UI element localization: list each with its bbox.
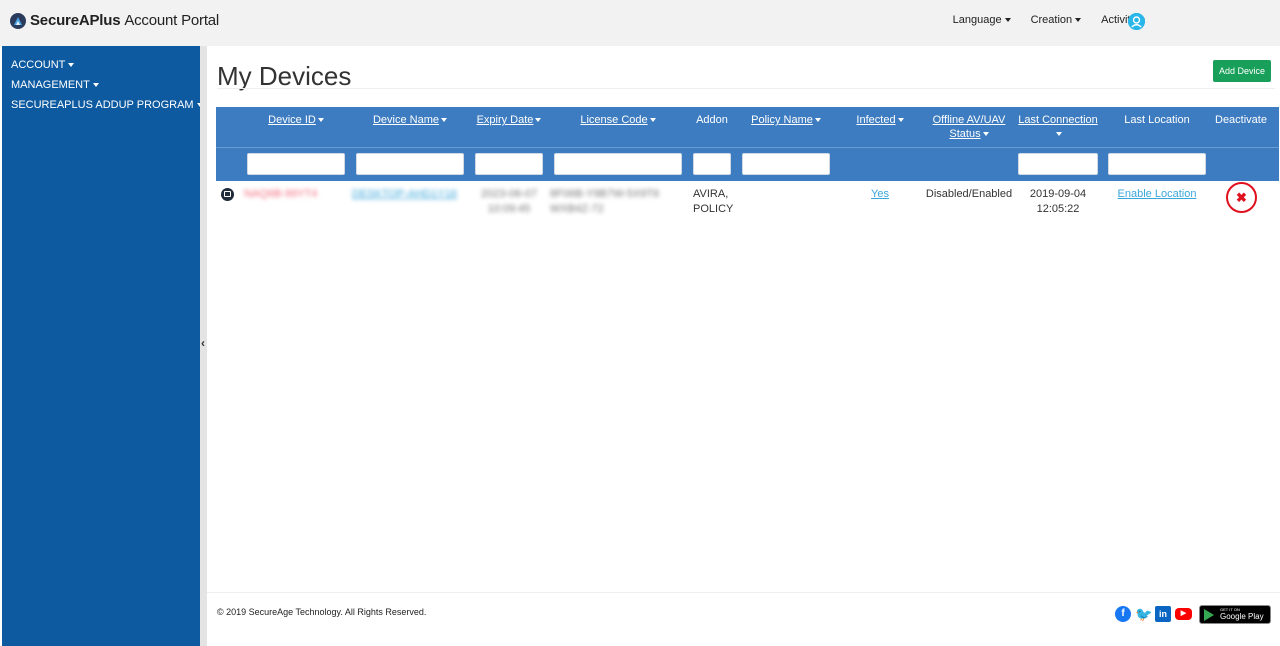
addon-value: AVIRA, POLICY: [693, 188, 734, 215]
sidebar-item-management[interactable]: MANAGEMENT: [2, 75, 200, 95]
filter-expiry-date-input[interactable]: [475, 153, 543, 175]
column-expiry-date[interactable]: Expiry Date: [475, 113, 543, 127]
device-id-value: NAQ6B-99YT4: [244, 188, 318, 200]
caret-down-icon: [1075, 18, 1082, 23]
last-connection-value: 2019-09-04 12:05:22: [1029, 188, 1087, 215]
sidebar: ACCOUNT MANAGEMENT SECUREAPLUS ADDUP PRO…: [2, 46, 203, 646]
caret-down-icon: [317, 118, 324, 123]
column-addon: Addon: [696, 114, 728, 126]
google-play-icon: [1204, 609, 1214, 621]
enable-location-link[interactable]: Enable Location: [1108, 187, 1206, 202]
caret-down-icon: [897, 118, 904, 123]
filter-license-code-input[interactable]: [554, 153, 682, 175]
table-row: NAQ6B-99YT4 DESKTOP-AHD1Y16 2023-06-07 10…: [216, 181, 1279, 225]
sidebar-collapse-handle[interactable]: ‹: [200, 46, 207, 646]
caret-down-icon: [649, 118, 656, 123]
caret-down-icon: [982, 132, 989, 137]
filter-device-id-input[interactable]: [247, 153, 345, 175]
top-bar: SecureAPlus Account Portal Language Crea…: [0, 0, 1280, 46]
caret-down-icon: [92, 83, 99, 88]
copyright-text: © 2019 SecureAge Technology. All Rights …: [217, 607, 427, 617]
filter-last-location-input[interactable]: [1108, 153, 1206, 175]
deactivate-close-icon[interactable]: ✖: [1226, 182, 1257, 213]
filter-last-connection-input[interactable]: [1018, 153, 1098, 175]
caret-down-icon: [814, 118, 821, 123]
table-header: Device ID Device Name Expiry Date Licens…: [216, 107, 1279, 147]
column-license-code[interactable]: License Code: [554, 113, 682, 127]
nav-creation[interactable]: Creation: [1031, 14, 1082, 26]
device-name-link[interactable]: DESKTOP-AHD1Y16: [352, 187, 462, 202]
google-play-badge[interactable]: GET IT ON Google Play: [1199, 605, 1271, 624]
sidebar-item-addup-program[interactable]: SECUREAPLUS ADDUP PROGRAM: [2, 95, 203, 115]
nav-language[interactable]: Language: [953, 14, 1011, 26]
filter-policy-name-input[interactable]: [742, 153, 830, 175]
filter-row: [216, 147, 1279, 181]
column-last-connection[interactable]: Last Connection: [1018, 113, 1098, 141]
linkedin-icon[interactable]: in: [1155, 606, 1171, 622]
secureaplus-logo-icon: [10, 12, 26, 29]
filter-device-name-input[interactable]: [356, 153, 464, 175]
filter-addon-input[interactable]: [693, 153, 731, 175]
footer-divider: [207, 592, 1280, 593]
social-links: f 🐦 in ▶: [1115, 606, 1192, 622]
add-device-button[interactable]: Add Device: [1213, 60, 1271, 82]
column-deactivate: Deactivate: [1215, 114, 1267, 126]
youtube-icon[interactable]: ▶: [1175, 608, 1192, 620]
caret-down-icon: [68, 63, 75, 68]
column-offline-status[interactable]: Offline AV/UAV Status: [926, 113, 1012, 141]
column-device-id[interactable]: Device ID: [246, 113, 346, 127]
twitter-icon[interactable]: 🐦: [1135, 606, 1152, 622]
divider: [217, 88, 1275, 89]
infected-link[interactable]: Yes: [846, 187, 914, 202]
facebook-icon[interactable]: f: [1115, 606, 1131, 622]
devices-table: Device ID Device Name Expiry Date Licens…: [216, 107, 1279, 225]
offline-status-value: Disabled/Enabled: [925, 188, 1013, 200]
brand[interactable]: SecureAPlus Account Portal: [10, 12, 219, 29]
store-badge-name: Google Play: [1220, 612, 1264, 621]
column-policy-name[interactable]: Policy Name: [742, 113, 830, 127]
column-infected[interactable]: Infected: [846, 113, 914, 127]
expiry-date-value: 2023-06-07 10:09:45: [480, 188, 538, 215]
column-last-location: Last Location: [1124, 114, 1190, 126]
chevron-left-icon: ‹: [201, 336, 205, 350]
main-content: My Devices Add Device Device ID Device N…: [207, 46, 1280, 646]
license-code-value: 8F06B-Y9B7W-5X9T6 WXB4Z-72: [550, 188, 660, 215]
user-avatar-icon[interactable]: [1128, 13, 1145, 30]
sidebar-item-account[interactable]: ACCOUNT: [2, 55, 200, 75]
caret-down-icon: [535, 118, 542, 123]
top-nav: Language Creation Activity: [953, 14, 1145, 26]
device-monitor-icon[interactable]: [221, 188, 234, 201]
caret-down-icon: [1004, 18, 1011, 23]
column-device-name[interactable]: Device Name: [356, 113, 464, 127]
caret-down-icon: [441, 118, 448, 123]
caret-down-icon: [1056, 132, 1062, 137]
brand-name: SecureAPlus Account Portal: [30, 12, 220, 29]
